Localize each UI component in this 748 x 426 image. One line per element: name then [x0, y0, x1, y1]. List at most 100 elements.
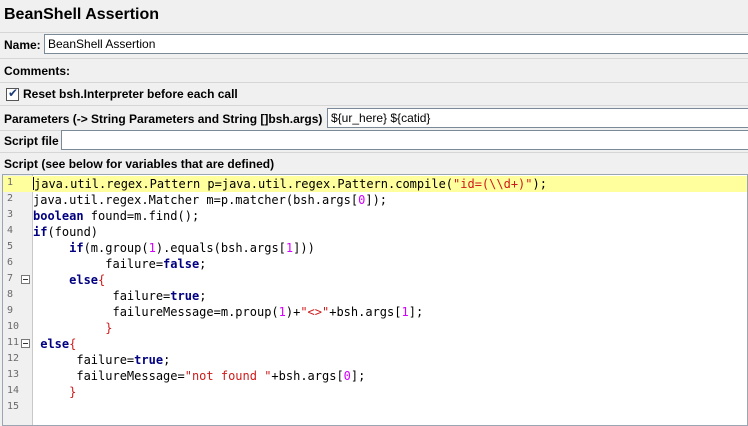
- line-number: 10: [7, 321, 20, 332]
- line-number: 2: [7, 193, 14, 204]
- code-token: 0: [343, 369, 351, 383]
- code-line[interactable]: 6 failure=false;: [3, 256, 747, 272]
- code-token: ])): [293, 241, 315, 255]
- code-token: failure=: [33, 353, 135, 367]
- beanshell-assertion-panel: BeanShell Assertion Name: BeanShell Asse…: [0, 0, 748, 426]
- code-token: if: [69, 241, 84, 255]
- code-text: failure=false;: [33, 256, 206, 272]
- fold-toggle-icon[interactable]: [21, 275, 30, 284]
- code-token: "id=(\\d+)": [453, 177, 533, 191]
- code-token: ];: [350, 369, 366, 383]
- code-token: 1: [148, 241, 156, 255]
- title-bar: BeanShell Assertion: [0, 0, 748, 32]
- code-line[interactable]: 14 }: [3, 384, 747, 400]
- code-token: true: [134, 353, 164, 367]
- code-token: if: [33, 225, 48, 239]
- check-icon: ✔: [8, 86, 19, 100]
- code-token: true: [170, 289, 200, 303]
- code-line[interactable]: 8 failure=true;: [3, 288, 747, 304]
- code-token: else: [69, 273, 99, 287]
- code-token: {: [98, 273, 106, 287]
- reset-checkbox[interactable]: ✔: [6, 86, 19, 101]
- script-editor[interactable]: 1 java.util.regex.Pattern p=java.util.reg…: [2, 174, 748, 426]
- line-number: 3: [7, 209, 14, 220]
- script-file-label: Script file: [4, 134, 59, 148]
- parameters-label: Parameters (-> String Parameters and Str…: [4, 112, 323, 126]
- line-number: 5: [7, 241, 14, 252]
- line-number: 12: [7, 353, 20, 364]
- code-text: }: [33, 384, 76, 400]
- code-text: failureMessage="not found "+bsh.args[0];: [33, 368, 365, 384]
- line-number: 4: [7, 225, 14, 236]
- line-number: 8: [7, 289, 14, 300]
- code-text: if(found): [33, 224, 98, 240]
- code-text: java.util.regex.Matcher m=p.matcher(bsh.…: [33, 192, 387, 208]
- code-line[interactable]: 1 java.util.regex.Pattern p=java.util.reg…: [3, 176, 747, 192]
- code-text: failure=true;: [33, 352, 170, 368]
- code-line[interactable]: 12 failure=true;: [3, 352, 747, 368]
- line-number: 6: [7, 257, 14, 268]
- code-line[interactable]: 3 boolean found=m.find();: [3, 208, 747, 224]
- code-line[interactable]: 9 failureMessage=m.proup( 1 )+"<>"+bsh.arg…: [3, 304, 747, 320]
- comments-field[interactable]: [73, 60, 748, 80]
- code-line[interactable]: 11 else{: [3, 336, 747, 352]
- code-token: ).equals(bsh.args[: [155, 241, 286, 255]
- line-number: 13: [7, 369, 20, 380]
- code-token: +bsh.args[: [271, 369, 344, 383]
- code-token: (m.group(: [83, 241, 149, 255]
- code-text: boolean found=m.find();: [33, 208, 199, 224]
- code-line[interactable]: 4 if(found): [3, 224, 747, 240]
- code-line[interactable]: 15: [3, 400, 747, 416]
- line-number: 9: [7, 305, 14, 316]
- code-token: "not found ": [184, 369, 272, 383]
- code-text: java.util.regex.Pattern p=java.util.rege…: [33, 176, 547, 192]
- code-token: }: [105, 321, 113, 335]
- code-token: false: [163, 257, 200, 271]
- code-line[interactable]: 2 java.util.regex.Matcher m=p.matcher(bsh…: [3, 192, 747, 208]
- code-token: "<>": [300, 305, 330, 319]
- code-token: +bsh.args[: [329, 305, 402, 319]
- name-label: Name:: [4, 38, 41, 52]
- code-line[interactable]: 13 failureMessage="not found "+bsh.args[…: [3, 368, 747, 384]
- line-number: 14: [7, 385, 20, 396]
- code-token: failureMessage=: [33, 369, 185, 383]
- code-token: failure=: [33, 257, 164, 271]
- code-token: );: [532, 177, 547, 191]
- divider: [0, 58, 748, 59]
- code-text: failureMessage=m.proup( 1 )+"<>"+bsh.args[…: [33, 304, 423, 320]
- reset-label: Reset bsh.Interpreter before each call: [23, 87, 238, 101]
- code-line[interactable]: 10 }: [3, 320, 747, 336]
- code-line[interactable]: 5 if(m.group(1).equals(bsh.args[1])): [3, 240, 747, 256]
- fold-toggle-icon[interactable]: [21, 339, 30, 348]
- script-label: Script (see below for variables that are…: [4, 157, 275, 171]
- code-token: boolean: [33, 209, 84, 223]
- script-file-field[interactable]: [61, 130, 748, 150]
- code-token: found=m.find();: [83, 209, 200, 223]
- code-token: ;: [199, 289, 207, 303]
- code-token: {: [69, 337, 77, 351]
- code-token: ];: [408, 305, 424, 319]
- code-text: else{: [33, 272, 105, 288]
- code-token: ]);: [365, 193, 388, 207]
- code-text: else{: [33, 336, 76, 352]
- code-text: failure=true;: [33, 288, 206, 304]
- divider: [0, 32, 748, 33]
- divider: [0, 152, 748, 153]
- code-line[interactable]: 7 else{: [3, 272, 747, 288]
- code-token: failureMessage=m.proup(: [33, 305, 279, 319]
- parameters-field[interactable]: ${ur_here} ${catid}: [327, 108, 748, 128]
- code-token: java.util.regex.Matcher m=p.matcher(bsh.…: [33, 193, 359, 207]
- line-number: 1: [7, 177, 14, 188]
- line-number: 11: [7, 337, 20, 348]
- code-token: )+: [285, 305, 301, 319]
- name-field[interactable]: BeanShell Assertion: [44, 34, 748, 54]
- comments-label: Comments:: [4, 64, 71, 78]
- code-text: }: [33, 320, 112, 336]
- line-number: 15: [7, 401, 20, 412]
- code-text: if(m.group(1).equals(bsh.args[1])): [33, 240, 315, 256]
- line-number: 7: [7, 273, 14, 284]
- code-token: 1: [401, 305, 409, 319]
